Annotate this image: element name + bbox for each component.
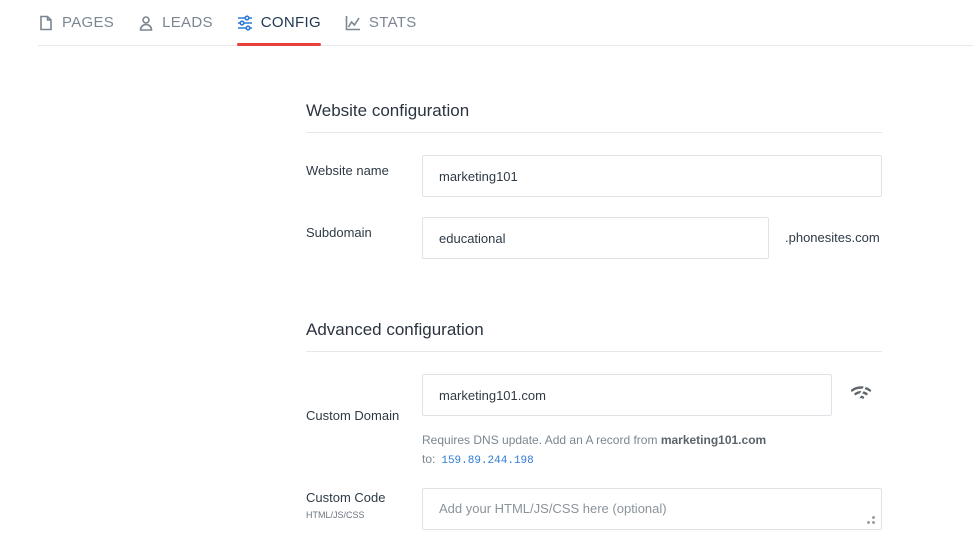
dns-hint-to: to: [422,452,436,466]
tab-stats[interactable]: STATS [345,0,417,45]
tab-config-label: CONFIG [260,14,321,31]
tab-leads-label: LEADS [162,14,213,31]
wifi-off-icon[interactable] [850,383,872,401]
top-tab-bar: PAGES LEADS CONFIG STATS [38,0,973,46]
subdomain-input[interactable] [422,217,769,259]
dns-ip-address: 159.89.244.198 [441,455,534,467]
tab-config[interactable]: CONFIG [236,0,322,46]
sliders-icon [237,14,252,31]
website-config-title: Website configuration [306,101,882,133]
resize-handle-icon[interactable] [866,515,876,525]
dns-hint-text: Requires DNS update. Add an A record fro… [422,433,658,447]
page-icon [40,15,52,30]
custom-code-sublabel: HTML/JS/CSS [306,510,365,520]
subdomain-label: Subdomain [306,225,372,240]
chart-icon [345,15,360,30]
website-name-label: Website name [306,163,389,178]
tab-pages-label: PAGES [62,14,115,31]
tab-pages[interactable]: PAGES [38,0,114,45]
website-name-input[interactable] [422,155,882,197]
user-icon [139,15,153,31]
custom-domain-input[interactable] [422,374,832,416]
custom-domain-label: Custom Domain [306,408,400,423]
custom-code-textarea[interactable] [422,488,882,530]
tab-leads[interactable]: LEADS [138,0,213,45]
advanced-config-title: Advanced configuration [306,320,882,352]
dns-hint: Requires DNS update. Add an A record fro… [422,431,766,471]
tab-stats-label: STATS [368,14,417,31]
dns-hint-domain: marketing101.com [660,433,767,447]
subdomain-suffix: .phonesites.com [785,230,880,245]
custom-code-label: Custom Code [306,490,386,505]
